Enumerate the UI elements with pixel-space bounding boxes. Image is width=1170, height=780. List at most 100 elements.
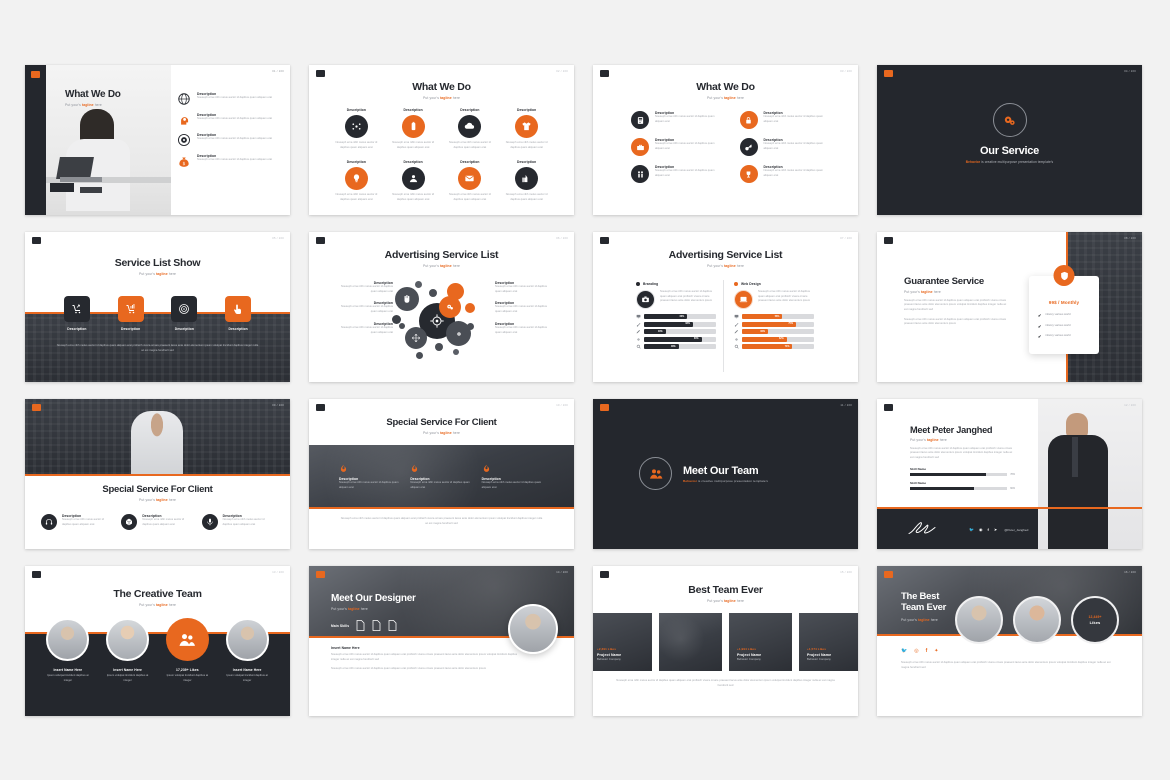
list-item[interactable]: Description Nouseph erna nibh metus aucto… (631, 165, 724, 183)
item-desc: Nouseph erna nibh metus auctor id dapibu… (62, 518, 104, 526)
grid-item[interactable]: Description (163, 296, 207, 331)
team-member[interactable]: Insert Name Here Ipsum volutpat tincidun… (222, 618, 272, 683)
list-item[interactable]: Description Nouseph erna nibh metus aucto… (41, 514, 113, 530)
list-item[interactable]: Description Nouseph erna nibh metus aucto… (177, 133, 281, 147)
item-desc: Nouseph erna nibh metus auctor id dapibu… (335, 193, 378, 202)
grid-item[interactable]: Description Nouseph erna nibh metus aucto… (331, 160, 382, 202)
skill-row[interactable]: Skill Name 78% (910, 467, 1015, 476)
file-psd-icon[interactable] (356, 620, 365, 631)
bar-row[interactable]: 75% (734, 321, 814, 327)
item-label: Description (403, 108, 423, 112)
file-ai-icon[interactable] (372, 620, 381, 631)
bar-row[interactable]: 80% (636, 336, 716, 342)
twitter-icon[interactable]: 🐦 (901, 648, 907, 654)
slide-thumbnail-11[interactable]: 11 / 100 Meet Our Team Behavior is creat… (593, 399, 858, 549)
facebook-icon[interactable]: f (987, 527, 988, 532)
grid-item[interactable]: Description Nouseph erna nibh metus aucto… (331, 108, 382, 150)
list-item[interactable]: Description Nouseph erna nibh metus aucto… (177, 92, 281, 106)
grid-item[interactable]: Description Nouseph erna nibh metus aucto… (388, 160, 439, 202)
slide-thumbnail-13[interactable]: 13 / 100 The Creative Team Put your's ta… (25, 566, 290, 716)
list-item[interactable]: Description Nouseph erna nibh metus aucto… (341, 322, 393, 335)
bar-row[interactable]: 56% (734, 314, 814, 319)
bar-row[interactable]: 62% (734, 336, 814, 342)
skill-label: Skill Name (910, 466, 927, 471)
slide-thumbnail-6[interactable]: 06 / 100 Advertising Service List Put yo… (309, 232, 574, 382)
list-item[interactable]: Description Nouseph erna nibh metus aucto… (495, 281, 547, 294)
slide13-team: Insert Name Here Ipsum volutpat tincidun… (43, 618, 272, 683)
list-item[interactable]: Description Nouseph erna nibh metus aucto… (739, 165, 833, 183)
slide-thumbnail-7[interactable]: 07 / 100 Advertising Service List Put yo… (593, 232, 858, 382)
slide-thumbnail-14[interactable]: 14 / 100 Meet Our Designer Put your's ta… (309, 566, 574, 716)
flame-icon (483, 464, 489, 472)
twitter-icon[interactable]: 🐦 (969, 527, 974, 532)
slide-thumbnail-15[interactable]: 15 / 100 Best Team Ever Put your's tagli… (593, 566, 858, 716)
cart-chart-icon (117, 296, 144, 322)
slide-thumbnail-3[interactable]: 03 / 100 What We Do Put your's tagline h… (593, 65, 858, 215)
brand-logo-icon (31, 71, 40, 78)
grid-item[interactable]: Description Nouseph erna nibh metus aucto… (501, 160, 552, 202)
grid-item[interactable]: Description Nouseph erna nibh metus aucto… (445, 108, 496, 150)
slide-thumbnail-12[interactable]: 12 / 100 Meet Peter Janghed Put your's t… (877, 399, 1142, 549)
bar-row[interactable]: 36% (734, 329, 814, 335)
grid-item[interactable]: Description (55, 296, 99, 331)
dribbble-icon[interactable]: ✦ (934, 648, 938, 654)
list-item[interactable]: Description Nouseph erna nibh metus aucto… (495, 301, 547, 314)
file-doc-icon[interactable] (388, 620, 397, 631)
subtitle-prefix: Put your's (65, 102, 83, 107)
slide-thumbnail-9[interactable]: 09 / 100 Special Service For Client Put … (25, 399, 290, 549)
project-card[interactable]: +1,574 Likes Project Name Behavior Compa… (799, 613, 858, 671)
bar-row[interactable]: 68% (636, 321, 716, 327)
search-icon (636, 345, 641, 349)
list-item[interactable]: Description Nouseph erna nibh metus aucto… (341, 301, 393, 314)
list-item[interactable]: $ Description Nouseph erna nibh metus auc… (177, 154, 281, 168)
slide13-heading: The Creative Team Put your's tagline her… (113, 588, 202, 607)
bar-row[interactable]: 60% (636, 314, 716, 319)
project-card[interactable]: +1,994 Likes Project Name Behavior Compa… (729, 613, 792, 671)
list-item[interactable]: Description Nouseph erna nibh metus aucto… (739, 138, 833, 156)
send-icon[interactable]: ➤ (994, 527, 997, 532)
cart-arrow-icon (63, 296, 90, 322)
slide-thumbnail-4[interactable]: 04 / 100 Our Service Behavior is creativ… (877, 65, 1142, 215)
slide-thumbnail-5[interactable]: 05 / 100 Service List Show Put your's ta… (25, 232, 290, 382)
pinterest-icon[interactable]: ◎ (914, 648, 918, 654)
card[interactable]: Description Nouseph erna nibh metus aucto… (339, 464, 401, 490)
card[interactable]: Description Nouseph erna nibh metus aucto… (482, 464, 544, 490)
team-member[interactable]: 17,239+ Likes Ipsum volutpat tincidunt d… (163, 618, 213, 683)
list-item[interactable]: Description Nouseph erna nibh metus aucto… (631, 138, 724, 156)
slide-thumbnail-16[interactable]: 16 / 100 The Best Team Ever Put your's t… (877, 566, 1142, 716)
bio-text: Nouseph erna nibh metus auctor id dapibu… (910, 446, 1013, 459)
grid-item[interactable]: Description Nouseph erna nibh metus aucto… (501, 108, 552, 150)
globe-network-icon (178, 93, 190, 105)
facebook-icon[interactable]: f (926, 648, 928, 654)
list-item[interactable]: Description Nouseph erna nibh metus aucto… (739, 111, 833, 129)
grid-item[interactable]: Description Nouseph erna nibh metus aucto… (445, 160, 496, 202)
bar-row[interactable]: 48% (636, 344, 716, 350)
slide-thumbnail-1[interactable]: 01 / 100 What We Do Put your's tagline h… (25, 65, 290, 215)
team-member[interactable]: Insert Name Here Ipsum volutpat tincidun… (103, 618, 153, 683)
avatar (955, 596, 1003, 644)
list-item[interactable]: Description Nouseph erna nibh metus aucto… (177, 113, 281, 127)
list-item[interactable]: Description Nouseph erna nibh metus aucto… (341, 281, 393, 294)
slide-thumbnail-8[interactable]: 08 / 100 Guarantee Service Put your's ta… (877, 232, 1142, 382)
project-card[interactable]: +2,391 Likes Project Name Behavior Compa… (593, 613, 652, 671)
grid-item[interactable]: Description (109, 296, 153, 331)
team-member[interactable]: Insert Name Here Ipsum volutpat tincidun… (43, 618, 93, 683)
list-item[interactable]: Description Nouseph erna nibh metus aucto… (201, 514, 274, 530)
skill-row[interactable]: Skill Name 66% (910, 481, 1015, 490)
slide-thumbnail-10[interactable]: 10 / 100 Special Service For Client Put … (309, 399, 574, 549)
price-card[interactable]: 99$ / Monthly ✔ infancy various world ✔ in… (1029, 265, 1099, 354)
list-item[interactable]: Description Nouseph erna nibh metus aucto… (495, 322, 547, 335)
list-item[interactable]: Description Nouseph erna nibh metus aucto… (121, 514, 193, 530)
grid-item[interactable]: Description (216, 296, 260, 331)
grid-item[interactable]: Description Nouseph erna nibh metus aucto… (388, 108, 439, 150)
bar-row[interactable]: 30% (636, 329, 716, 335)
dribbble-icon[interactable]: ◉ (979, 527, 983, 532)
project-photo[interactable] (659, 613, 722, 671)
card[interactable]: Description Nouseph erna nibh metus aucto… (410, 464, 472, 490)
bar-row[interactable]: 70% (734, 344, 814, 350)
list-item[interactable]: Description Nouseph erna nibh metus aucto… (631, 111, 724, 129)
slide-thumbnail-2[interactable]: 02 / 100 What We Do Put your's tagline h… (309, 65, 574, 215)
item-desc: Nouseph erna nibh metus auctor id dapibu… (505, 193, 548, 202)
brand-logo-icon (884, 404, 893, 411)
item-desc: Nouseph erna nibh metus auctor id dapibu… (655, 169, 715, 177)
